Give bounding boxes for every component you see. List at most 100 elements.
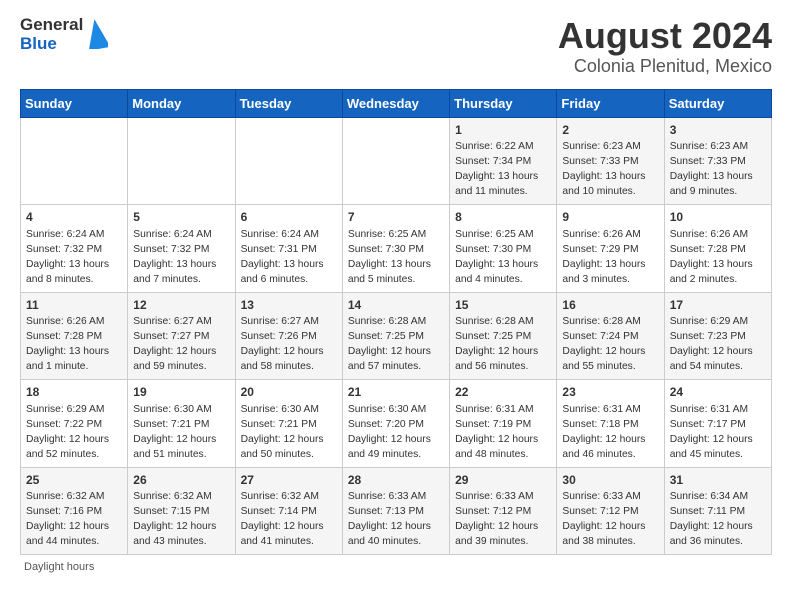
day-info: Sunrise: 6:23 AMSunset: 7:33 PMDaylight:…	[562, 140, 658, 200]
day-number: 24	[670, 384, 766, 401]
page: General Blue August 2024 Colonia Plenitu…	[0, 0, 792, 583]
day-info: Sunrise: 6:34 AMSunset: 7:11 PMDaylight:…	[670, 490, 766, 550]
day-info: Sunrise: 6:27 AMSunset: 7:26 PMDaylight:…	[241, 315, 337, 375]
day-number: 16	[562, 297, 658, 314]
day-number: 26	[133, 472, 229, 489]
day-number: 22	[455, 384, 551, 401]
day-info: Sunrise: 6:24 AMSunset: 7:32 PMDaylight:…	[133, 228, 229, 288]
day-number: 25	[26, 472, 122, 489]
day-info: Sunrise: 6:29 AMSunset: 7:22 PMDaylight:…	[26, 403, 122, 463]
calendar-cell: 22Sunrise: 6:31 AMSunset: 7:19 PMDayligh…	[450, 380, 557, 467]
day-number: 13	[241, 297, 337, 314]
day-number: 28	[348, 472, 444, 489]
calendar-day-header: Saturday	[664, 89, 771, 117]
day-info: Sunrise: 6:22 AMSunset: 7:34 PMDaylight:…	[455, 140, 551, 200]
calendar-cell	[21, 117, 128, 204]
day-info: Sunrise: 6:23 AMSunset: 7:33 PMDaylight:…	[670, 140, 766, 200]
calendar-header-row: SundayMondayTuesdayWednesdayThursdayFrid…	[21, 89, 772, 117]
day-info: Sunrise: 6:28 AMSunset: 7:25 PMDaylight:…	[455, 315, 551, 375]
calendar-week-row: 4 Sunrise: 6:24 AMSunset: 7:32 PMDaylight…	[21, 205, 772, 292]
calendar-cell: 11Sunrise: 6:26 AMSunset: 7:28 PMDayligh…	[21, 292, 128, 379]
calendar-week-row: 18 Sunrise: 6:29 AMSunset: 7:22 PMDayligh…	[21, 380, 772, 467]
day-info: Sunrise: 6:26 AMSunset: 7:29 PMDaylight:…	[562, 228, 658, 288]
calendar-cell: 5 Sunrise: 6:24 AMSunset: 7:32 PMDaylight…	[128, 205, 235, 292]
day-info: Sunrise: 6:30 AMSunset: 7:21 PMDaylight:…	[133, 403, 229, 463]
day-number: 2	[562, 122, 658, 139]
calendar-cell	[128, 117, 235, 204]
calendar-cell: 9 Sunrise: 6:26 AMSunset: 7:29 PMDaylight…	[557, 205, 664, 292]
calendar-cell: 30Sunrise: 6:33 AMSunset: 7:12 PMDayligh…	[557, 467, 664, 554]
day-info: Sunrise: 6:31 AMSunset: 7:17 PMDaylight:…	[670, 403, 766, 463]
calendar-day-header: Tuesday	[235, 89, 342, 117]
calendar-cell: 8 Sunrise: 6:25 AMSunset: 7:30 PMDaylight…	[450, 205, 557, 292]
day-number: 9	[562, 209, 658, 226]
calendar-week-row: 11Sunrise: 6:26 AMSunset: 7:28 PMDayligh…	[21, 292, 772, 379]
calendar-cell: 12Sunrise: 6:27 AMSunset: 7:27 PMDayligh…	[128, 292, 235, 379]
day-number: 17	[670, 297, 766, 314]
logo: General Blue	[20, 16, 108, 53]
day-info: Sunrise: 6:33 AMSunset: 7:13 PMDaylight:…	[348, 490, 444, 550]
day-info: Sunrise: 6:28 AMSunset: 7:25 PMDaylight:…	[348, 315, 444, 375]
day-info: Sunrise: 6:24 AMSunset: 7:31 PMDaylight:…	[241, 228, 337, 288]
day-info: Sunrise: 6:27 AMSunset: 7:27 PMDaylight:…	[133, 315, 229, 375]
day-info: Sunrise: 6:32 AMSunset: 7:14 PMDaylight:…	[241, 490, 337, 550]
logo-general: General	[20, 16, 83, 35]
day-info: Sunrise: 6:30 AMSunset: 7:20 PMDaylight:…	[348, 403, 444, 463]
day-number: 21	[348, 384, 444, 401]
day-number: 4	[26, 209, 122, 226]
day-info: Sunrise: 6:33 AMSunset: 7:12 PMDaylight:…	[562, 490, 658, 550]
day-number: 5	[133, 209, 229, 226]
calendar-cell: 29Sunrise: 6:33 AMSunset: 7:12 PMDayligh…	[450, 467, 557, 554]
calendar-cell	[235, 117, 342, 204]
day-number: 10	[670, 209, 766, 226]
day-number: 27	[241, 472, 337, 489]
day-number: 6	[241, 209, 337, 226]
calendar-cell: 21 Sunrise: 6:30 AMSunset: 7:20 PMDayligh…	[342, 380, 449, 467]
day-number: 11	[26, 297, 122, 314]
calendar-day-header: Monday	[128, 89, 235, 117]
calendar-cell: 20Sunrise: 6:30 AMSunset: 7:21 PMDayligh…	[235, 380, 342, 467]
day-number: 14	[348, 297, 444, 314]
title-block: August 2024 Colonia Plenitud, Mexico	[558, 16, 772, 77]
calendar-cell: 16Sunrise: 6:28 AMSunset: 7:24 PMDayligh…	[557, 292, 664, 379]
day-number: 7	[348, 209, 444, 226]
calendar-week-row: 25Sunrise: 6:32 AMSunset: 7:16 PMDayligh…	[21, 467, 772, 554]
day-info: Sunrise: 6:33 AMSunset: 7:12 PMDaylight:…	[455, 490, 551, 550]
day-info: Sunrise: 6:25 AMSunset: 7:30 PMDaylight:…	[348, 228, 444, 288]
calendar-day-header: Friday	[557, 89, 664, 117]
day-number: 18	[26, 384, 122, 401]
calendar-cell: 31Sunrise: 6:34 AMSunset: 7:11 PMDayligh…	[664, 467, 771, 554]
calendar-table: SundayMondayTuesdayWednesdayThursdayFrid…	[20, 89, 772, 555]
calendar-day-header: Sunday	[21, 89, 128, 117]
footer-note: Daylight hours	[20, 561, 772, 573]
day-info: Sunrise: 6:28 AMSunset: 7:24 PMDaylight:…	[562, 315, 658, 375]
logo-blue: Blue	[20, 35, 83, 54]
day-number: 8	[455, 209, 551, 226]
calendar-cell: 10Sunrise: 6:26 AMSunset: 7:28 PMDayligh…	[664, 205, 771, 292]
calendar-cell: 17Sunrise: 6:29 AMSunset: 7:23 PMDayligh…	[664, 292, 771, 379]
calendar-cell: 3Sunrise: 6:23 AMSunset: 7:33 PMDaylight…	[664, 117, 771, 204]
calendar-cell: 14Sunrise: 6:28 AMSunset: 7:25 PMDayligh…	[342, 292, 449, 379]
calendar-day-header: Wednesday	[342, 89, 449, 117]
day-number: 23	[562, 384, 658, 401]
day-info: Sunrise: 6:32 AMSunset: 7:15 PMDaylight:…	[133, 490, 229, 550]
calendar-cell: 1Sunrise: 6:22 AMSunset: 7:34 PMDaylight…	[450, 117, 557, 204]
day-info: Sunrise: 6:29 AMSunset: 7:23 PMDaylight:…	[670, 315, 766, 375]
calendar-cell: 19Sunrise: 6:30 AMSunset: 7:21 PMDayligh…	[128, 380, 235, 467]
day-info: Sunrise: 6:25 AMSunset: 7:30 PMDaylight:…	[455, 228, 551, 288]
day-info: Sunrise: 6:24 AMSunset: 7:32 PMDaylight:…	[26, 228, 122, 288]
day-number: 31	[670, 472, 766, 489]
day-number: 15	[455, 297, 551, 314]
day-number: 12	[133, 297, 229, 314]
calendar-cell: 25Sunrise: 6:32 AMSunset: 7:16 PMDayligh…	[21, 467, 128, 554]
calendar-day-header: Thursday	[450, 89, 557, 117]
calendar-cell: 7 Sunrise: 6:25 AMSunset: 7:30 PMDaylight…	[342, 205, 449, 292]
day-info: Sunrise: 6:30 AMSunset: 7:21 PMDaylight:…	[241, 403, 337, 463]
location-subtitle: Colonia Plenitud, Mexico	[558, 56, 772, 77]
calendar-cell: 6 Sunrise: 6:24 AMSunset: 7:31 PMDaylight…	[235, 205, 342, 292]
logo-icon	[86, 19, 108, 49]
day-info: Sunrise: 6:26 AMSunset: 7:28 PMDaylight:…	[26, 315, 122, 375]
month-year-title: August 2024	[558, 16, 772, 56]
calendar-cell: 18 Sunrise: 6:29 AMSunset: 7:22 PMDayligh…	[21, 380, 128, 467]
header: General Blue August 2024 Colonia Plenitu…	[20, 16, 772, 77]
